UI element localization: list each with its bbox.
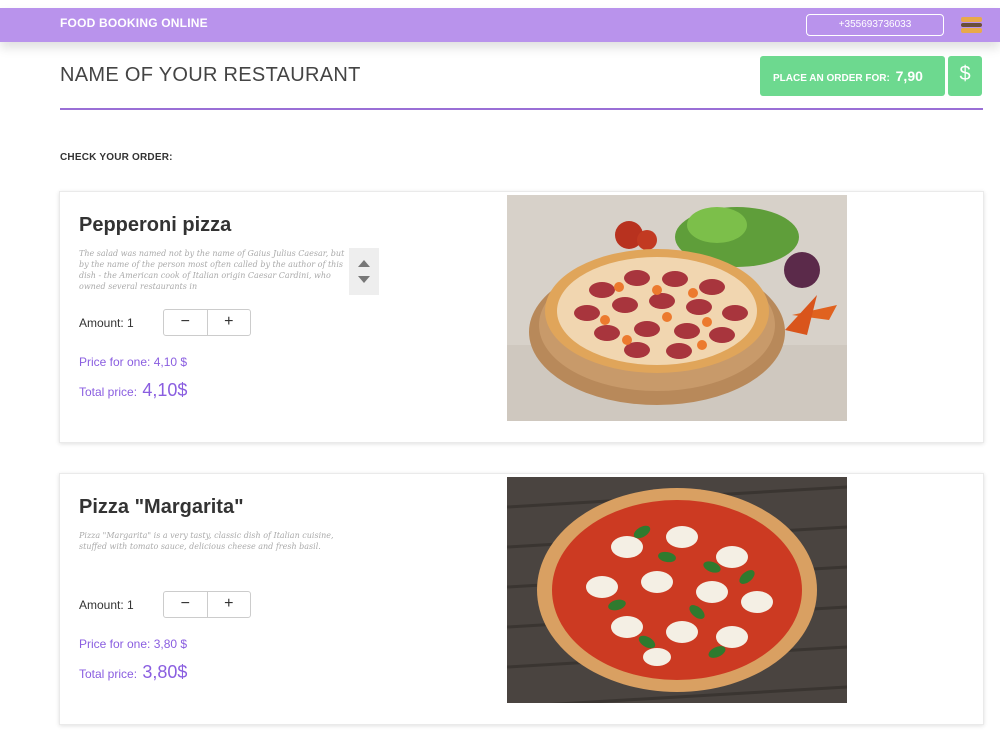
scroll-down-icon[interactable] (358, 276, 370, 283)
item-description: Pizza "Margarita" is a very tasty, class… (79, 531, 334, 551)
restaurant-name: NAME OF YOUR RESTAURANT (60, 64, 361, 86)
currency-button[interactable]: $ (948, 56, 982, 96)
phone-button[interactable]: +355693736033 (806, 14, 944, 36)
price-for-one: Price for one: 4,10 $ (79, 355, 188, 369)
pepperoni-pizza-photo (507, 195, 847, 421)
check-order-label: CHECK YOUR ORDER: (60, 152, 173, 163)
place-order-label: PLACE AN ORDER FOR: (773, 73, 890, 84)
hamburger-menu-icon[interactable] (961, 17, 982, 34)
price-for-one: Price for one: 3,80 $ (79, 637, 188, 651)
description-scrollbar[interactable] (349, 248, 379, 295)
quantity-stepper: − + (163, 591, 251, 618)
decrease-button[interactable]: − (164, 592, 208, 617)
header-divider (60, 108, 983, 110)
total-price-label: Total price: (79, 667, 138, 681)
item-description: The salad was named not by the name of G… (79, 249, 345, 291)
order-item-card: Pepperoni pizza The salad was named not … (59, 191, 984, 443)
item-title: Pizza "Margarita" (79, 496, 244, 518)
increase-button[interactable]: + (208, 310, 251, 335)
order-total: 7,90 (895, 68, 923, 84)
place-order-button[interactable]: PLACE AN ORDER FOR: 7,90 (760, 56, 945, 96)
item-description-box: Pizza "Margarita" is a very tasty, class… (79, 530, 380, 578)
top-bar: FOOD BOOKING ONLINE +355693736033 (0, 8, 1000, 42)
item-description-box: The salad was named not by the name of G… (79, 248, 380, 296)
brand-name[interactable]: FOOD BOOKING ONLINE (60, 16, 208, 30)
quantity-stepper: − + (163, 309, 251, 336)
increase-button[interactable]: + (208, 592, 251, 617)
total-price: Total price: 4,10$ (79, 380, 187, 401)
decrease-button[interactable]: − (164, 310, 208, 335)
item-title: Pepperoni pizza (79, 214, 232, 236)
scroll-up-icon[interactable] (358, 260, 370, 267)
amount-label: Amount: 1 (79, 598, 134, 612)
amount-label: Amount: 1 (79, 316, 134, 330)
margarita-pizza-photo (507, 477, 847, 703)
total-price-value: 4,10$ (142, 380, 188, 400)
order-item-card: Pizza "Margarita" Pizza "Margarita" is a… (59, 473, 984, 725)
total-price-value: 3,80$ (142, 662, 188, 682)
total-price-label: Total price: (79, 385, 138, 399)
total-price: Total price: 3,80$ (79, 662, 187, 683)
